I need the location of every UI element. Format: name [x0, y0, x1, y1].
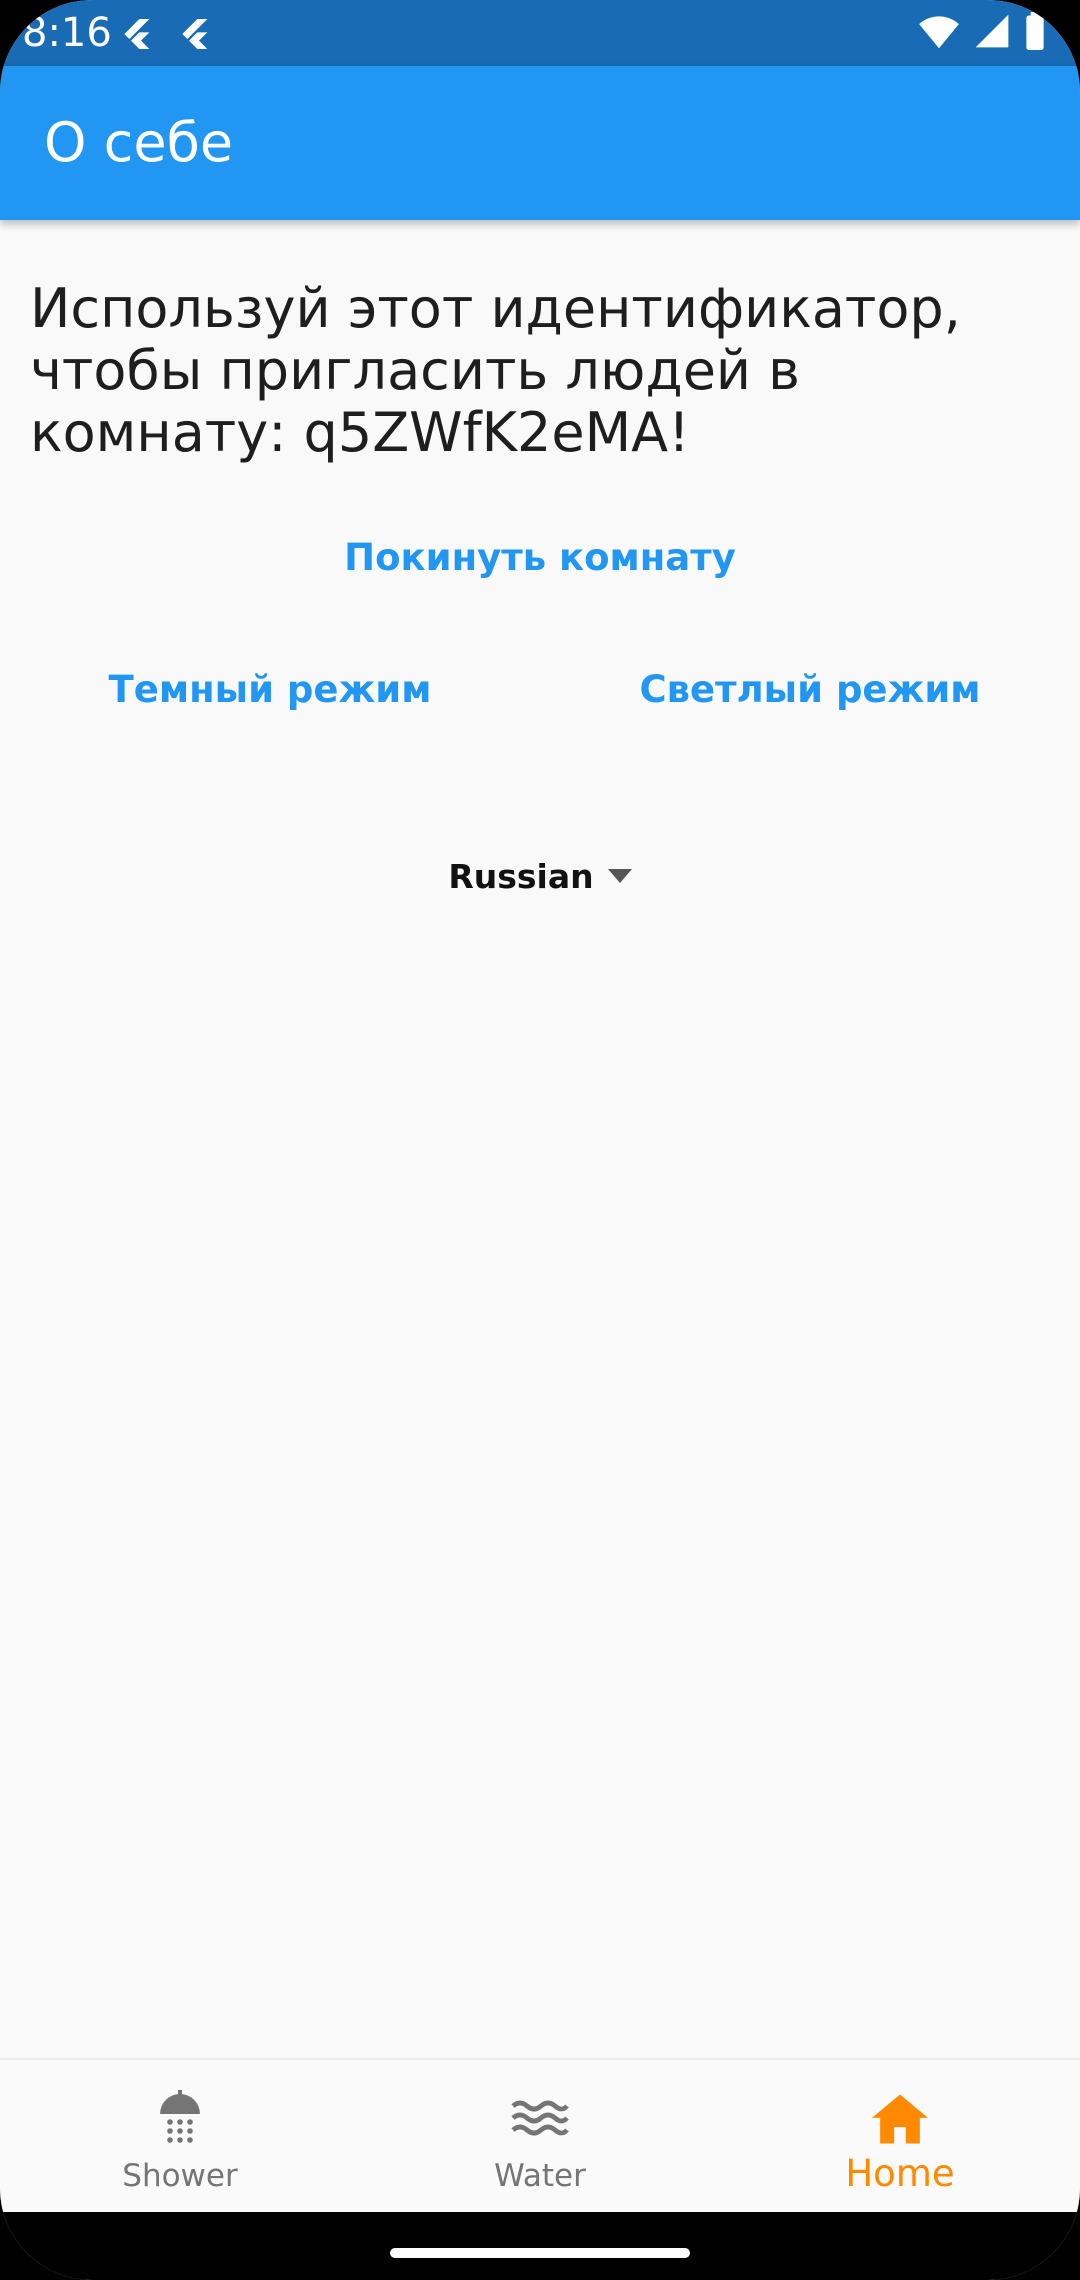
app-bar: О себе [0, 66, 1080, 220]
flutter-icon [124, 19, 150, 49]
language-dropdown[interactable]: Russian [440, 846, 640, 906]
status-bar: 8:16 [0, 0, 1080, 66]
wifi-icon [919, 16, 959, 49]
light-mode-button[interactable]: Светлый режим [620, 660, 1000, 720]
nav-label-shower: Shower [122, 2158, 238, 2194]
nav-label-water: Water [494, 2158, 586, 2194]
dark-mode-button[interactable]: Темный режим [80, 660, 460, 720]
leave-room-button[interactable]: Покинуть комнату [290, 528, 790, 588]
dropdown-arrow-icon [607, 869, 632, 883]
home-gesture-handle[interactable] [390, 2248, 690, 2258]
page-title: О себе [44, 111, 234, 174]
bottom-navigation: Shower Water Home [0, 2058, 1080, 2214]
screen: 8:16 О себе Используй этот идентификатор… [0, 0, 1080, 2280]
status-time: 8:16 [22, 10, 112, 56]
gesture-navigation-area [0, 2212, 1080, 2280]
nav-label-home: Home [845, 2152, 955, 2195]
nav-item-home[interactable]: Home [720, 2060, 1080, 2214]
nav-item-water[interactable]: Water [360, 2060, 720, 2214]
home-icon [872, 2094, 928, 2144]
language-selected-value: Russian [448, 856, 594, 896]
status-icons [918, 12, 1046, 50]
shower-icon [160, 2090, 200, 2143]
water-waves-icon [511, 2100, 569, 2136]
battery-icon [1026, 12, 1044, 50]
invite-message: Используй этот идентификатор, чтобы приг… [30, 277, 961, 464]
signal-icon [975, 14, 1009, 48]
flutter-icon [182, 19, 208, 49]
nav-item-shower[interactable]: Shower [0, 2060, 360, 2214]
